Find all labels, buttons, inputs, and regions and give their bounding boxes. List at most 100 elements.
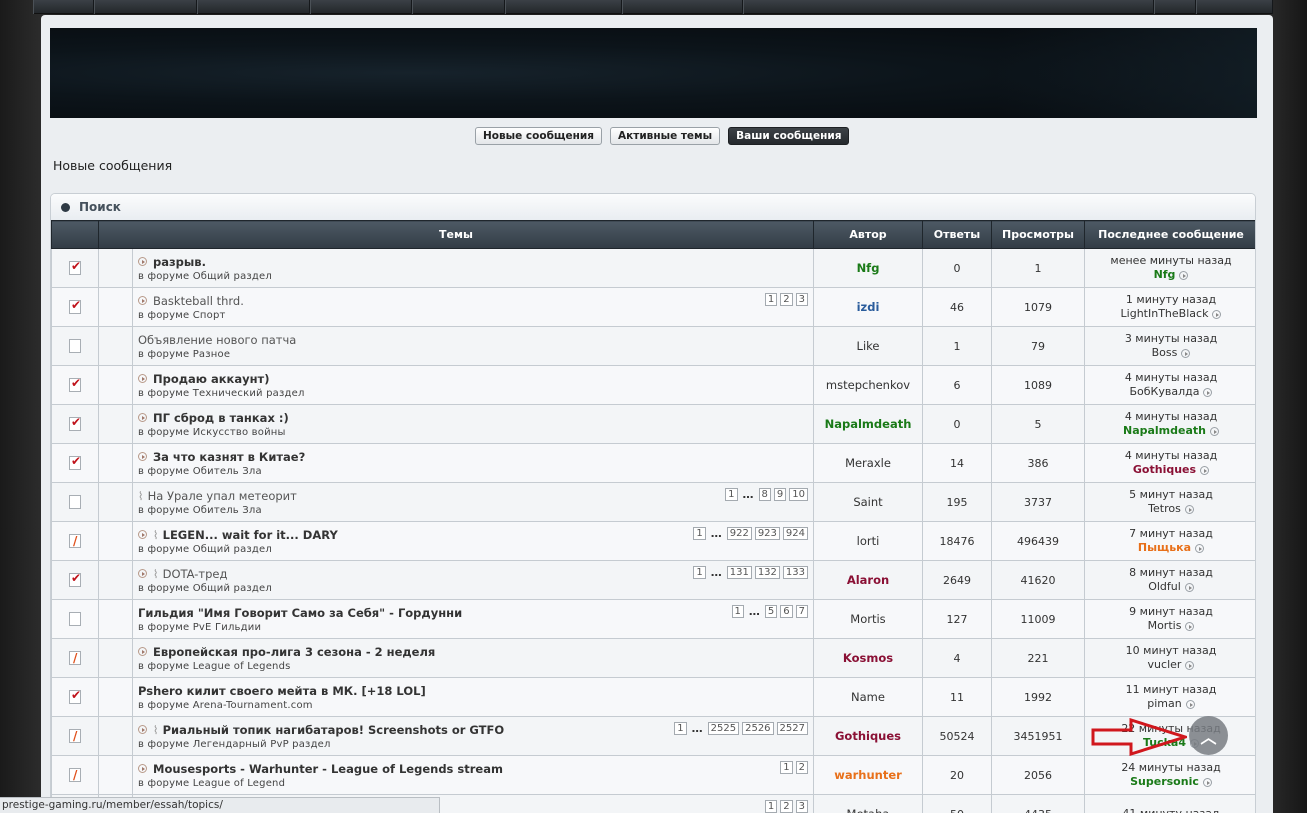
forum-link[interactable]: Обитель Зла [193, 466, 262, 477]
forum-link[interactable]: PvE Гильдии [193, 622, 261, 633]
hot-topic-icon[interactable] [69, 768, 81, 782]
page-link[interactable]: 133 [782, 566, 808, 579]
header-author[interactable]: Автор [813, 220, 923, 249]
unread-topic-icon[interactable] [69, 571, 81, 587]
last-post-time[interactable]: 10 минут назад [1085, 644, 1255, 658]
last-post-time[interactable]: 5 минут назад [1085, 488, 1255, 502]
go-to-last-post-icon[interactable] [1212, 309, 1222, 319]
forum-link[interactable]: League of Legend [193, 778, 285, 789]
last-post-user-link[interactable]: Supersonic [1130, 775, 1199, 789]
header-views[interactable]: Просмотры [991, 220, 1085, 249]
tab-new-posts[interactable]: Новые сообщения [475, 127, 602, 145]
forum-link[interactable]: Общий раздел [193, 544, 272, 555]
unread-topic-icon[interactable] [69, 688, 81, 704]
topic-title-link[interactable]: Риальный топик нагибатаров! Screenshots … [163, 723, 505, 737]
page-link[interactable]: 8 [758, 488, 771, 501]
author-link[interactable]: lorti [857, 534, 880, 548]
last-post-time[interactable]: 4 минуты назад [1085, 371, 1255, 385]
scroll-to-top-button[interactable]: ︿ [1189, 716, 1228, 755]
last-post-time[interactable]: 41 минуту назад [1085, 807, 1255, 813]
page-link[interactable]: 132 [754, 566, 780, 579]
header-last-post[interactable]: Последнее сообщение [1084, 220, 1255, 249]
hot-topic-icon[interactable] [69, 534, 81, 548]
go-to-last-post-icon[interactable] [1202, 777, 1212, 787]
page-link[interactable]: 1 [764, 293, 778, 306]
page-link[interactable]: 10 [789, 488, 808, 501]
go-to-last-post-icon[interactable] [1181, 348, 1191, 358]
topic-title-link[interactable]: ПГ сброд в танках :) [153, 411, 289, 425]
go-to-last-post-icon[interactable] [1185, 621, 1195, 631]
nav-segment-3[interactable] [310, 0, 412, 14]
page-link[interactable]: 1 [731, 605, 744, 618]
topic-title-link[interactable]: Объявление нового патча [138, 333, 296, 347]
topic-title-link[interactable]: LEGEN... wait for it... DARY [163, 528, 338, 542]
last-post-user-link[interactable]: БобКувалда [1130, 385, 1200, 399]
page-link[interactable]: 3 [795, 293, 808, 306]
go-to-first-unread-icon[interactable] [138, 257, 147, 266]
author-link[interactable]: Metaha [847, 807, 890, 813]
forum-link[interactable]: League of Legends [193, 661, 291, 672]
author-link[interactable]: Saint [853, 495, 882, 509]
page-link[interactable]: 5 [764, 605, 778, 618]
last-post-user-link[interactable]: Mortis [1148, 619, 1182, 633]
nav-segment-4[interactable] [412, 0, 505, 14]
last-post-time[interactable]: 24 минуты назад [1085, 761, 1255, 775]
author-link[interactable]: Mortis [850, 612, 885, 626]
last-post-user-link[interactable]: piman [1147, 697, 1181, 711]
author-link[interactable]: Napalmdeath [825, 417, 912, 431]
go-to-last-post-icon[interactable] [1179, 270, 1189, 280]
go-to-last-post-icon[interactable] [1185, 660, 1195, 670]
page-link[interactable]: 2 [795, 761, 808, 774]
go-to-first-unread-icon[interactable] [138, 296, 147, 305]
header-replies[interactable]: Ответы [922, 220, 992, 249]
nav-search-segment[interactable] [1196, 0, 1273, 14]
unread-topic-icon[interactable] [69, 415, 81, 431]
page-link[interactable]: 2525 [707, 722, 740, 735]
unread-topic-icon[interactable] [69, 298, 81, 314]
forum-link[interactable]: Общий раздел [193, 271, 272, 282]
forum-link[interactable]: Технический раздел [193, 388, 305, 399]
last-post-user-link[interactable]: Nfg [1154, 268, 1176, 282]
author-link[interactable]: warhunter [834, 768, 902, 782]
go-to-last-post-icon[interactable] [1184, 504, 1194, 514]
read-topic-icon[interactable] [69, 612, 81, 626]
author-link[interactable]: Name [851, 690, 885, 704]
page-link[interactable]: 3 [795, 800, 808, 813]
last-post-user-link[interactable]: Oldful [1148, 580, 1181, 594]
forum-link[interactable]: Искусство войны [193, 427, 286, 438]
author-link[interactable]: mstepchenkov [826, 378, 910, 392]
tab-your-posts[interactable]: Ваши сообщения [728, 127, 850, 145]
author-link[interactable]: Alaron [847, 573, 889, 587]
go-to-last-post-icon[interactable] [1185, 699, 1195, 709]
forum-link[interactable]: Разное [193, 349, 230, 360]
last-post-user-link[interactable]: Tetros [1148, 502, 1181, 516]
page-link[interactable]: 1 [780, 761, 793, 774]
author-link[interactable]: izdi [857, 300, 880, 314]
page-link[interactable]: 7 [795, 605, 808, 618]
last-post-time[interactable]: 3 минуты назад [1085, 332, 1255, 346]
last-post-user-link[interactable]: Gothiques [1133, 463, 1196, 477]
topic-title-link[interactable]: Pshero килит своего мейта в МК. [+18 LOL… [138, 684, 426, 698]
forum-link[interactable]: Arena-Tournament.com [193, 700, 313, 711]
author-link[interactable]: Kosmos [843, 651, 893, 665]
go-to-first-unread-icon[interactable] [138, 530, 147, 539]
go-to-first-unread-icon[interactable] [138, 569, 147, 578]
page-link[interactable]: 2527 [776, 722, 808, 735]
last-post-time[interactable]: 1 минуту назад [1085, 293, 1255, 307]
nav-user-segment[interactable] [1154, 0, 1196, 14]
read-topic-icon[interactable] [69, 495, 81, 509]
last-post-user-link[interactable]: Пыщька [1138, 541, 1191, 555]
topic-title-link[interactable]: За что казнят в Китае? [153, 450, 305, 464]
nav-segment-5[interactable] [505, 0, 622, 14]
author-link[interactable]: Nfg [857, 261, 880, 275]
topic-title-link[interactable]: Baskteball thrd. [153, 294, 244, 308]
topic-title-link[interactable]: разрыв. [153, 255, 206, 269]
last-post-time[interactable]: 8 минут назад [1085, 566, 1255, 580]
go-to-first-unread-icon[interactable] [138, 413, 147, 422]
header-topics[interactable]: Темы [98, 220, 814, 249]
author-link[interactable]: Gothiques [835, 729, 901, 743]
unread-topic-icon[interactable] [69, 259, 81, 275]
nav-segment-1[interactable] [94, 0, 197, 14]
page-link[interactable]: 1 [674, 722, 687, 735]
nav-segment-2[interactable] [197, 0, 310, 14]
